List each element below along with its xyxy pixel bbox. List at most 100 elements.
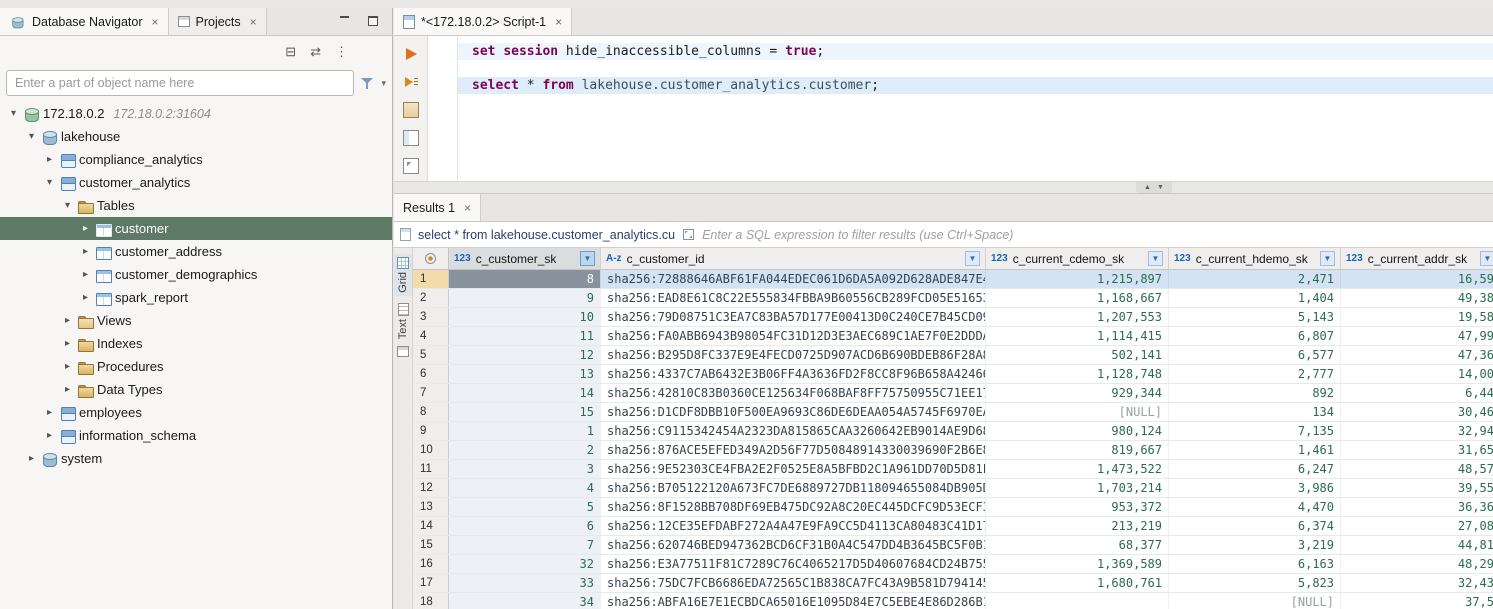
tree-item-employees[interactable]: ▸employees [0,401,392,424]
chevron-collapsed-icon[interactable]: ▸ [78,223,93,234]
data-cell[interactable]: sha256:EAD8E61C8C22E555834FBBA9B60556CB2… [601,289,986,307]
data-cell[interactable]: sha256:D1CDF8DBB10F500EA9693C86DE6DEAA05… [601,403,986,421]
data-cell[interactable]: sha256:8F1528BB708DF69EB475DC92A8C20EC44… [601,498,986,516]
explain-plan-icon[interactable] [403,130,419,146]
column-header-c_current_addr_sk[interactable]: 123c_current_addr_sk▼ [1341,248,1493,269]
data-cell[interactable]: sha256:12CE35EFDABF272A4A47E9FA9CC5D4113… [601,517,986,535]
data-cell[interactable]: 44,81 [1341,536,1493,554]
data-cell[interactable]: 5,143 [1169,308,1341,326]
data-cell[interactable]: 32,94 [1341,422,1493,440]
row-number-cell[interactable]: 15 [413,536,449,554]
row-number-cell[interactable]: 6 [413,365,449,383]
data-cell[interactable]: 5 [449,498,601,516]
data-cell[interactable]: 14 [449,384,601,402]
data-cell[interactable]: 5,823 [1169,574,1341,592]
data-cell[interactable]: 33 [449,574,601,592]
filter-expression-input[interactable]: Enter a SQL expression to filter results… [702,228,1013,242]
data-cell[interactable]: 929,344 [986,384,1169,402]
data-cell[interactable]: 6,163 [1169,555,1341,573]
chevron-collapsed-icon[interactable]: ▸ [24,453,39,464]
view-menu-icon[interactable]: ⋮ [335,45,348,58]
column-filter-dropdown-icon[interactable]: ▼ [1320,251,1335,266]
data-cell[interactable]: 12 [449,346,601,364]
chevron-collapsed-icon[interactable]: ▸ [42,407,57,418]
chevron-collapsed-icon[interactable]: ▸ [78,269,93,280]
data-cell[interactable]: [NULL] [986,403,1169,421]
data-cell[interactable]: sha256:620746BED947362BCD6CF31B0A4C547DD… [601,536,986,554]
data-cell[interactable]: 4 [449,479,601,497]
data-cell[interactable]: 3,219 [1169,536,1341,554]
data-cell[interactable]: 32,43 [1341,574,1493,592]
data-cell[interactable]: sha256:42810C83B0360CE125634F068BAF8FF75… [601,384,986,402]
data-cell[interactable]: 9 [449,289,601,307]
row-number-cell[interactable]: 4 [413,327,449,345]
chevron-down-icon[interactable]: ▾ [381,78,386,89]
data-cell[interactable]: 16,59 [1341,270,1493,288]
row-number-cell[interactable]: 13 [413,498,449,516]
data-cell[interactable]: 49,38 [1341,289,1493,307]
data-cell[interactable]: 1,114,415 [986,327,1169,345]
tree-item-customer[interactable]: ▸customer [0,217,392,240]
row-number-cell[interactable]: 3 [413,308,449,326]
data-cell[interactable]: 953,372 [986,498,1169,516]
export-result-icon[interactable] [403,158,419,174]
data-cell[interactable]: sha256:FA0ABB6943B98054FC31D12D3E3AEC689… [601,327,986,345]
execute-statement-icon[interactable] [403,46,419,62]
chevron-expanded-icon[interactable]: ▾ [42,177,57,188]
data-cell[interactable]: 31,65 [1341,441,1493,459]
select-all-corner[interactable] [413,248,449,269]
data-cell[interactable]: 47,99 [1341,327,1493,345]
data-cell[interactable]: 47,36 [1341,346,1493,364]
data-cell[interactable]: 68,377 [986,536,1169,554]
chevron-collapsed-icon[interactable]: ▸ [60,384,75,395]
data-cell[interactable]: 10 [449,308,601,326]
column-header-c_current_cdemo_sk[interactable]: 123c_current_cdemo_sk▼ [986,248,1169,269]
horizontal-splitter[interactable]: ▲ ▼ [394,182,1493,194]
expand-filter-icon[interactable] [682,228,695,241]
splitter-up-icon[interactable]: ▲ [1144,184,1151,191]
row-number-cell[interactable]: 5 [413,346,449,364]
row-number-cell[interactable]: 14 [413,517,449,535]
chevron-collapsed-icon[interactable]: ▸ [60,361,75,372]
data-cell[interactable]: sha256:9E52303CE4FBA2E2F0525E8A5BFBD2C1A… [601,460,986,478]
data-cell[interactable]: 2,777 [1169,365,1341,383]
data-cell[interactable]: 6,807 [1169,327,1341,345]
tree-item-compliance-analytics[interactable]: ▸compliance_analytics [0,148,392,171]
data-cell[interactable]: 1,461 [1169,441,1341,459]
row-number-cell[interactable]: 16 [413,555,449,573]
data-cell[interactable]: sha256:876ACE5EFED349A2D56F77D5084891433… [601,441,986,459]
data-cell[interactable]: 1,680,761 [986,574,1169,592]
data-cell[interactable]: 892 [1169,384,1341,402]
chevron-collapsed-icon[interactable]: ▸ [78,292,93,303]
data-cell[interactable]: 32 [449,555,601,573]
data-cell[interactable]: sha256:ABFA16E7E1ECBDCA65016E1095D84E7C5… [601,593,986,609]
tree-item-lakehouse[interactable]: ▾lakehouse [0,125,392,148]
maximize-view-button[interactable] [368,16,378,26]
data-cell[interactable]: 13 [449,365,601,383]
side-tab-grid[interactable]: Grid [394,254,412,296]
data-cell[interactable]: 27,08 [1341,517,1493,535]
row-number-cell[interactable]: 10 [413,441,449,459]
data-cell[interactable]: 36,36 [1341,498,1493,516]
data-cell[interactable]: 30,46 [1341,403,1493,421]
tree-item-customer-demographics[interactable]: ▸customer_demographics [0,263,392,286]
data-cell[interactable]: 6,44 [1341,384,1493,402]
data-cell[interactable]: 6,247 [1169,460,1341,478]
row-number-cell[interactable]: 11 [413,460,449,478]
tree-item-data-types[interactable]: ▸Data Types [0,378,392,401]
data-cell[interactable]: 2 [449,441,601,459]
row-number-cell[interactable]: 18 [413,593,449,609]
column-filter-dropdown-icon[interactable]: ▼ [965,251,980,266]
data-cell[interactable]: 1,703,214 [986,479,1169,497]
data-cell[interactable]: 1 [449,422,601,440]
data-cell[interactable]: sha256:B295D8FC337E9E4FECD0725D907ACD6B6… [601,346,986,364]
data-cell[interactable]: [NULL] [1169,593,1341,609]
execute-new-tab-icon[interactable] [403,102,419,118]
chevron-collapsed-icon[interactable]: ▸ [60,338,75,349]
tree-item-information-schema[interactable]: ▸information_schema [0,424,392,447]
data-cell[interactable]: 1,168,667 [986,289,1169,307]
close-icon[interactable]: × [250,16,257,28]
tree-item-spark-report[interactable]: ▸spark_report [0,286,392,309]
tab-results-1[interactable]: Results 1 × [394,194,481,221]
chevron-collapsed-icon[interactable]: ▸ [60,315,75,326]
